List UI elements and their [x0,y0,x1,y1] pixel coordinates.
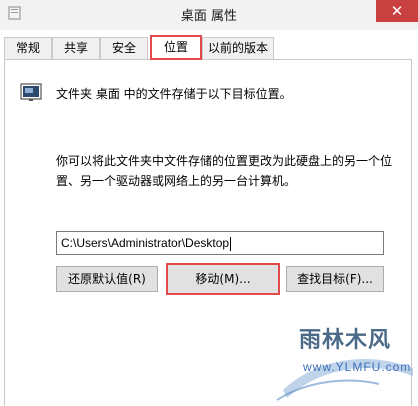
text-caret [230,236,232,251]
close-button[interactable]: ✕ [376,0,418,22]
path-input[interactable]: C:\Users\Administrator\Desktop [56,231,384,255]
tab-general[interactable]: 常规 [4,37,52,59]
tab-security[interactable]: 安全 [100,37,148,59]
close-icon: ✕ [390,2,404,20]
tab-location[interactable]: 位置 [150,35,202,60]
tab-previous-versions[interactable]: 以前的版本 [202,37,274,59]
location-help-text: 你可以将此文件夹中文件存储的位置更改为此硬盘上的另一个位置、另一个驱动器或网络上… [56,154,393,188]
path-input-value: C:\Users\Administrator\Desktop [61,236,230,250]
watermark-url: www.YLMFU.com [303,360,412,374]
find-target-button[interactable]: 查找目标(F)... [286,266,384,292]
location-description: 文件夹 桌面 中的文件存储于以下目标位置。 [56,87,292,101]
move-button[interactable]: 移动(M)... [166,263,280,295]
watermark-brand: 雨林木风 [299,328,392,353]
restore-default-button[interactable]: 还原默认值(R) [56,266,158,292]
window-title: 桌面 属性 [180,9,238,24]
tab-sharing[interactable]: 共享 [52,37,100,59]
watermark: 雨林木风 www.YLMFU.com [275,320,415,404]
title-bar: 桌面 属性 ✕ [0,0,418,30]
desktop-folder-icon [20,83,42,101]
